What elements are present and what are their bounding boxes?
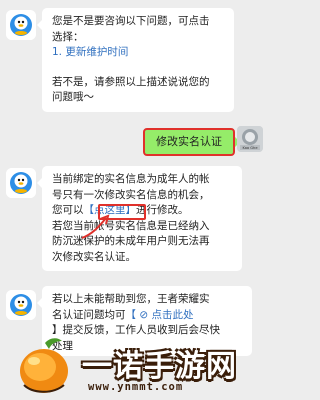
message-line: 名认证问题均可【 ⊘ 点击此处 bbox=[52, 308, 242, 324]
user-photo-icon: Kaa Ghe bbox=[237, 126, 263, 152]
bot-avatar[interactable] bbox=[6, 168, 36, 198]
penguin-icon bbox=[6, 10, 36, 40]
message-line: 当前绑定的实名信息为成年人的帐 bbox=[52, 173, 210, 185]
message-line: 若以上未能帮助到您，王者荣耀实 bbox=[52, 293, 210, 305]
message-line: 您是不是要咨询以下问题，可点击 bbox=[52, 15, 210, 27]
message-line: 选择： bbox=[52, 30, 84, 43]
watermark-title: 一诺手游网 bbox=[82, 349, 237, 384]
faq-link-update-maintenance[interactable]: 1. 更新维护时间 bbox=[52, 45, 224, 61]
bot-avatar[interactable] bbox=[6, 10, 36, 40]
penguin-icon bbox=[6, 168, 36, 198]
message-line: 次修改实名认证。 bbox=[52, 250, 136, 263]
message-line: 号只有一次修改实名信息的机会， bbox=[52, 188, 210, 201]
watermark: 一诺手游网 www.ynmmt.com bbox=[0, 335, 265, 400]
watermark-url: www.ynmmt.com bbox=[88, 381, 184, 393]
feedback-link[interactable]: 【 ⊘ 点击此处 bbox=[126, 309, 194, 321]
user-message-modify-realname: 修改实名认证 bbox=[143, 128, 240, 156]
message-line: 问题哦～ bbox=[52, 91, 94, 103]
red-arrow-icon bbox=[81, 214, 110, 239]
user-avatar-caption: Kaa Ghe bbox=[242, 146, 258, 150]
bot-avatar[interactable] bbox=[6, 290, 36, 320]
user-avatar[interactable]: Kaa Ghe bbox=[237, 126, 263, 152]
penguin-icon bbox=[6, 290, 36, 320]
feedback-prefix: 名认证问题均可 bbox=[52, 308, 126, 321]
message-line: 若不是，请参照以上描述说说您的 bbox=[52, 75, 210, 88]
mango-logo-icon bbox=[20, 338, 68, 393]
bot-message-1: 您是不是要咨询以下问题，可点击 选择： 1. 更新维护时间 若不是，请参照以上描… bbox=[37, 8, 234, 112]
